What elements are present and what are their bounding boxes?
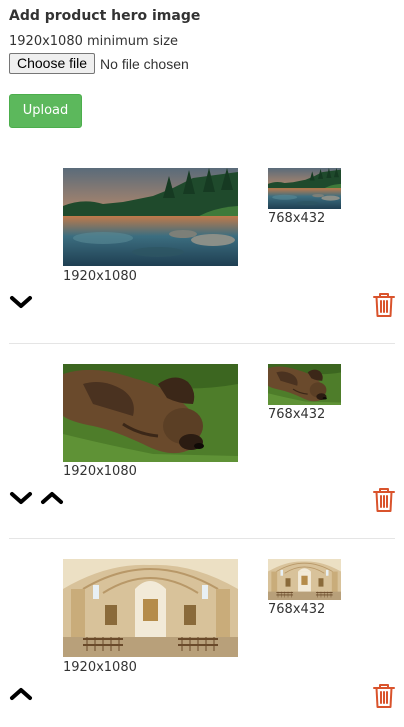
small-size-label: 768x432 [268, 407, 326, 422]
move-up-button[interactable] [40, 490, 64, 506]
chevron-down-icon [9, 490, 33, 506]
small-size-label: 768x432 [268, 211, 326, 226]
image-preview-small [268, 559, 341, 600]
file-status-text: No file chosen [100, 55, 189, 72]
move-up-button[interactable] [9, 686, 33, 702]
trash-icon [372, 487, 396, 513]
chevron-down-icon [9, 294, 33, 310]
trash-icon [372, 292, 396, 318]
delete-button[interactable] [372, 487, 396, 513]
delete-button[interactable] [372, 683, 396, 709]
delete-button[interactable] [372, 292, 396, 318]
move-down-button[interactable] [9, 294, 33, 310]
move-down-button[interactable] [9, 490, 33, 506]
image-preview-large [63, 559, 238, 657]
image-preview-small [268, 168, 341, 209]
section-heading: Add product hero image [9, 8, 201, 24]
chevron-up-icon [40, 490, 64, 506]
choose-file-button[interactable]: Choose file [9, 53, 96, 74]
image-preview-small [268, 364, 341, 405]
image-preview-large [63, 364, 238, 462]
file-input[interactable]: Choose file No file chosen [9, 53, 189, 74]
divider [9, 343, 395, 344]
small-size-label: 768x432 [268, 602, 326, 617]
image-preview-large [63, 168, 238, 266]
size-hint: 1920x1080 minimum size [9, 34, 179, 49]
large-size-label: 1920x1080 [63, 464, 137, 479]
large-size-label: 1920x1080 [63, 269, 137, 284]
trash-icon [372, 683, 396, 709]
large-size-label: 1920x1080 [63, 660, 137, 675]
upload-button[interactable]: Upload [9, 94, 82, 128]
divider [9, 538, 395, 539]
chevron-up-icon [9, 686, 33, 702]
